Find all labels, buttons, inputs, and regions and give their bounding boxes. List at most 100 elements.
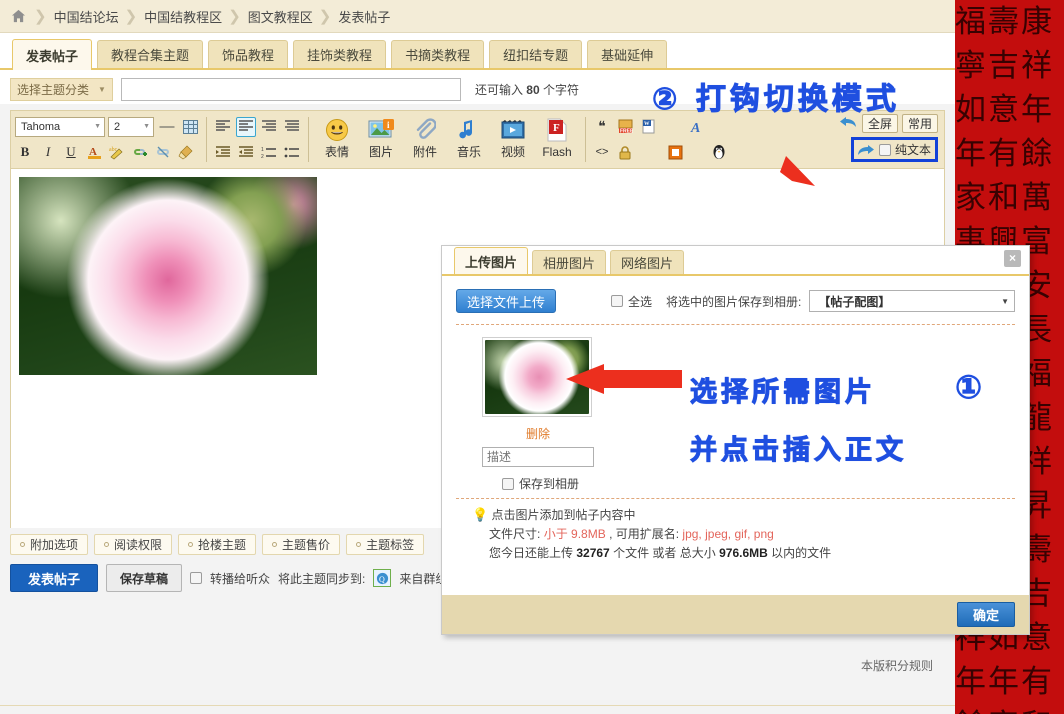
note-line-3: 您今日还能上传 32767 个文件 或者 总大小 976.6MB 以内的文件 <box>472 544 1015 563</box>
breadcrumb-item-1[interactable]: 中国结教程区 <box>142 7 224 26</box>
music-button[interactable]: 音乐 <box>447 114 491 165</box>
align-right-icon[interactable] <box>259 117 279 137</box>
redo-arrow-icon[interactable] <box>856 142 875 158</box>
album-select[interactable]: 【帖子配图】 ▼ <box>809 290 1015 312</box>
toolbar-right-row-2: 纯文本 <box>850 137 938 162</box>
indent-increase-icon[interactable] <box>236 142 256 162</box>
common-button[interactable]: 常用 <box>901 114 938 133</box>
char-count-suffix: 个字符 <box>543 83 580 97</box>
dialog-body: 选择文件上传 全选 将选中的图片保存到相册: 【帖子配图】 ▼ 删除 保存到相册 <box>442 276 1029 563</box>
undo-arrow-icon[interactable] <box>839 114 858 133</box>
category-select-label: 选择主题分类 <box>17 83 90 97</box>
tab-jewelry-tutorial[interactable]: 饰品教程 <box>208 40 289 68</box>
tab-bookmark-tutorial[interactable]: 书摘类教程 <box>391 40 485 68</box>
svg-text:W: W <box>644 121 650 127</box>
code-icon[interactable]: <> <box>592 142 612 162</box>
home-icon[interactable] <box>6 4 30 28</box>
align-justify-icon[interactable] <box>282 117 302 137</box>
table-icon[interactable] <box>180 117 200 137</box>
image-button[interactable]: i 图片 <box>359 114 403 165</box>
hide-content-icon[interactable] <box>615 142 635 162</box>
breadcrumb-item-2[interactable]: 图文教程区 <box>246 7 315 26</box>
smiley-button[interactable]: 表情 <box>315 114 359 165</box>
select-all-checkbox[interactable] <box>611 295 624 307</box>
svg-text:2: 2 <box>261 154 264 159</box>
save-draft-button[interactable]: 保存草稿 <box>106 564 183 592</box>
breadcrumb-item-0[interactable]: 中国结论坛 <box>52 7 121 26</box>
font-family-select[interactable]: Tahoma ▼ <box>15 116 105 137</box>
note-line-2-mid: , 可用扩展名: <box>609 527 680 541</box>
chip-topic-tags[interactable]: 主题标签 <box>346 534 425 555</box>
breadcrumb-item-3[interactable]: 发表帖子 <box>336 7 392 26</box>
attachment-button[interactable]: 附件 <box>403 114 447 165</box>
horizontal-rule-icon[interactable]: — <box>157 117 177 137</box>
font-size-select[interactable]: 2 ▼ <box>108 116 154 137</box>
free-stamp-icon[interactable]: FREE <box>615 117 635 137</box>
close-icon[interactable]: × <box>1004 250 1021 267</box>
paperclip-icon <box>414 115 436 145</box>
toolbar-group-extras: ❝ FREE W A <> <box>592 114 729 165</box>
delete-link[interactable]: 删除 <box>482 425 594 442</box>
video-button-label: 视频 <box>500 145 525 159</box>
align-center-icon[interactable] <box>236 116 256 137</box>
smiley-button-label: 表情 <box>324 145 349 159</box>
video-button[interactable]: 视频 <box>491 114 535 165</box>
subject-row: 选择主题分类 ▼ 还可输入 80 个字符 <box>0 70 955 104</box>
points-rule-link[interactable]: 本版积分规则 <box>861 657 933 674</box>
tab-basic-extension[interactable]: 基础延伸 <box>587 40 668 68</box>
chip-additional-options[interactable]: 附加选项 <box>10 534 89 555</box>
choose-file-button[interactable]: 选择文件上传 <box>456 289 557 313</box>
post-button[interactable]: 发表帖子 <box>10 564 99 592</box>
save-to-album-checkbox[interactable] <box>502 477 514 490</box>
broadcast-checkbox[interactable] <box>190 572 203 584</box>
chip-grab-floor-topic[interactable]: 抢楼主题 <box>178 534 257 555</box>
rose-photo-in-editor[interactable] <box>19 177 317 375</box>
flash-button[interactable]: F Flash <box>535 114 579 165</box>
select-all-group[interactable]: 全选 <box>611 293 652 310</box>
color-block-icon[interactable] <box>665 142 685 162</box>
toolbar-divider <box>585 117 586 162</box>
tab-button-knot-topic[interactable]: 纽扣结专题 <box>489 40 583 68</box>
fullscreen-button[interactable]: 全屏 <box>861 114 898 133</box>
note-file-count: 32767 <box>576 546 610 560</box>
tab-tutorial-collection[interactable]: 教程合集主题 <box>97 40 204 68</box>
spell-check-icon[interactable]: A <box>688 117 708 137</box>
tab-post-new[interactable]: 发表帖子 <box>12 39 93 70</box>
save-to-album-group[interactable]: 保存到相册 <box>502 475 1015 492</box>
ordered-list-icon[interactable]: 12 <box>259 142 279 162</box>
subject-input[interactable] <box>120 78 461 101</box>
note-line-2: 文件尺寸: 小于 9.8MB , 可用扩展名: jpg, jpeg, gif, … <box>472 525 1015 544</box>
ok-button[interactable]: 确定 <box>956 602 1015 627</box>
bold-icon[interactable]: B <box>15 142 35 162</box>
quote-icon[interactable]: ❝ <box>592 117 612 137</box>
underline-icon[interactable]: U <box>61 142 81 162</box>
chip-read-permission[interactable]: 阅读权限 <box>94 534 173 555</box>
dialog-footer: 确定 <box>442 594 1029 634</box>
toolbar-group-align: 12 <box>213 114 302 165</box>
toolbar-group-format: Tahoma ▼ 2 ▼ — B I U A abc <box>15 114 200 165</box>
category-select[interactable]: 选择主题分类 ▼ <box>10 78 113 101</box>
remove-link-icon[interactable] <box>153 142 173 162</box>
unordered-list-icon[interactable] <box>282 142 302 162</box>
plaintext-checkbox[interactable] <box>878 143 891 156</box>
chip-topic-price[interactable]: 主题售价 <box>262 534 341 555</box>
select-all-label: 全选 <box>628 294 653 309</box>
dialog-tab-upload-image[interactable]: 上传图片 <box>454 247 529 274</box>
description-input[interactable] <box>482 447 594 467</box>
highlight-icon[interactable]: abc <box>107 142 127 162</box>
clear-format-icon[interactable] <box>176 142 196 162</box>
dialog-tab-network-image[interactable]: 网络图片 <box>610 250 685 274</box>
font-color-icon[interactable]: A <box>84 142 104 162</box>
indent-decrease-icon[interactable] <box>213 142 233 162</box>
italic-icon[interactable]: I <box>38 142 58 162</box>
plaintext-label: 纯文本 <box>894 143 931 157</box>
insert-link-icon[interactable] <box>130 142 150 162</box>
breadcrumb-separator: ❯ <box>124 8 138 25</box>
plaintext-mode-group[interactable]: 纯文本 <box>850 137 938 162</box>
tab-hanging-tutorial[interactable]: 挂饰类教程 <box>293 40 387 68</box>
note-line-3-prefix: 您今日还能上传 <box>489 546 574 560</box>
align-left-icon[interactable] <box>213 117 233 137</box>
qzone-icon[interactable]: Q <box>373 569 392 587</box>
dialog-tab-album-image[interactable]: 相册图片 <box>532 250 607 274</box>
word-paste-icon[interactable]: W <box>638 117 658 137</box>
